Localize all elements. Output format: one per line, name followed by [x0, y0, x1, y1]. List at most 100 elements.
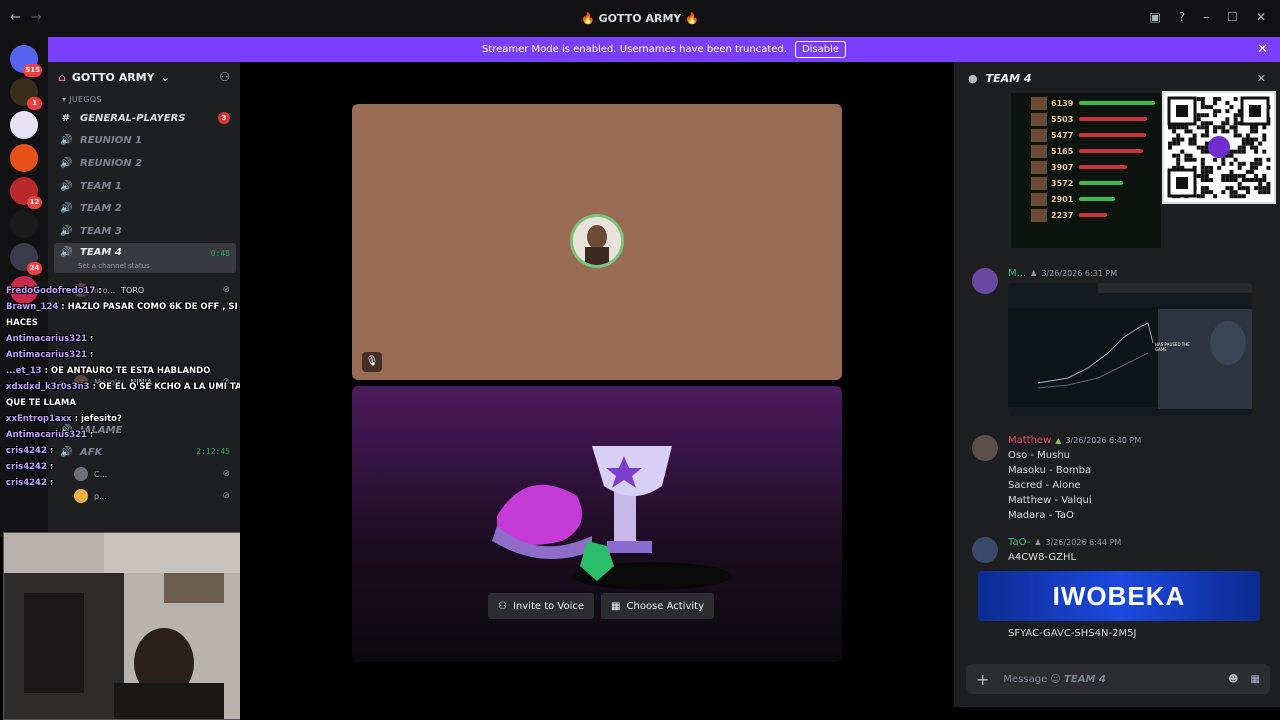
channel-team-2[interactable]: 🔊 TEAM 2: [54, 198, 236, 220]
message-header: TaO- ♟ 3/26/2026 6:44 PM: [1008, 537, 1262, 548]
stream-chat-overlay: FredoGodofredo17 : Brawn_124 : HAZLO PAS…: [0, 283, 260, 498]
server-icon[interactable]: 12: [10, 177, 42, 209]
chat-message[interactable]: TaO- ♟ 3/26/2026 6:44 PM A4CW8-GZHL: [972, 537, 1262, 565]
stream-chat-user: Antimacarius321: [6, 430, 87, 440]
channel-team-4[interactable]: 🔊 TEAM 4 0:48 Set a channel status: [54, 243, 236, 274]
panel-title: TEAM 4: [985, 71, 1032, 85]
category-header[interactable]: ▾ JUEGOS: [48, 92, 240, 107]
close-window-button[interactable]: ✕: [1256, 10, 1266, 24]
apps-icon[interactable]: ▦: [1251, 674, 1260, 685]
composer-placeholder[interactable]: Message ☺ TEAM 4: [1003, 674, 1105, 685]
game-screenshot-attachment[interactable]: HAS PAUSED THE GAME: [1008, 283, 1252, 416]
scoreboard-row: 3572: [1011, 175, 1161, 191]
speaker-icon: 🔊: [60, 157, 73, 169]
stream-chat-line: Brawn_124 : HAZLO PASAR COMO 6K DE OFF ,…: [6, 302, 253, 328]
scoreboard-bar: [1079, 117, 1147, 121]
hero-portrait: [1031, 176, 1047, 190]
invite-people-icon[interactable]: ⚇: [219, 70, 230, 84]
scoreboard-bar: [1079, 213, 1107, 217]
stream-chat-user: cris4242: [6, 478, 47, 488]
chat-message[interactable]: M... ♟ 3/26/2026 6:31 PM: [972, 268, 1262, 294]
scoreboard-image[interactable]: 6139 5503 5477 5165 3907 3572 2901 2237: [1011, 93, 1161, 248]
voice-timer: 0:48: [210, 249, 230, 259]
banner-message: Streamer Mode is enabled. Usernames have…: [481, 44, 787, 55]
stream-chat-user: cris4242: [6, 462, 47, 472]
stream-chat-line: cris4242 :: [6, 478, 54, 488]
close-banner-icon[interactable]: ✕: [1257, 42, 1268, 57]
author-name[interactable]: M...: [1008, 268, 1026, 279]
activity-grid-icon: ▦: [611, 600, 621, 612]
stream-chat-line: FredoGodofredo17 :: [6, 286, 102, 296]
author-name[interactable]: Matthew: [1008, 435, 1051, 446]
screenshot-caption: HAS PAUSED THE GAME: [1155, 342, 1190, 352]
stream-chat-line: Antimacarius321 :: [6, 430, 94, 440]
help-icon[interactable]: ?: [1179, 10, 1185, 24]
unread-badge: 3: [218, 112, 230, 124]
mic-muted-icon: 🎙: [362, 352, 382, 372]
server-icon[interactable]: 24: [10, 243, 42, 275]
participant-avatar: [570, 214, 624, 268]
speaker-icon: 🔊: [60, 135, 73, 147]
channel-reunion-1[interactable]: 🔊 REUNION 1: [54, 130, 236, 152]
activity-tile: [352, 386, 842, 662]
scoreboard-value: 5165: [1051, 146, 1074, 156]
channel-status[interactable]: Set a channel status: [78, 262, 150, 270]
voice-stage: 🎙 ⚇ Invite to Voice ▦ Choose Activity: [240, 62, 954, 720]
back-arrow-icon[interactable]: ←: [10, 10, 21, 25]
server-icon[interactable]: [10, 144, 38, 172]
chat-message[interactable]: Matthew ▲ 3/26/2026 6:40 PM Oso - Mushu …: [972, 435, 1262, 523]
message-composer[interactable]: + Message ☺ TEAM 4 ☻ ▦: [966, 664, 1270, 694]
server-icon[interactable]: 515: [10, 45, 42, 77]
server-header[interactable]: ⌂ GOTTO ARMY ⌄ ⚇: [48, 62, 240, 92]
message-line: SFYAC-GAVC-SHS4N-2M5J: [1008, 628, 1137, 639]
scoreboard-row: 3907: [1011, 159, 1161, 175]
channel-label: REUNION 2: [80, 157, 143, 169]
mention-badge: 515: [23, 64, 42, 77]
stream-chat-line: Antimacarius321 :: [6, 350, 94, 360]
maximize-button[interactable]: ☐: [1227, 10, 1238, 24]
server-icon[interactable]: [10, 210, 38, 238]
author-name[interactable]: TaO-: [1008, 537, 1030, 548]
iwobeka-overlay-banner: IWOBEKA: [978, 571, 1260, 621]
attach-plus-icon[interactable]: +: [976, 670, 989, 689]
avatar: [972, 435, 998, 461]
scoreboard-value: 5503: [1051, 114, 1074, 124]
disable-streamer-mode-button[interactable]: Disable: [794, 41, 847, 58]
hero-portrait: [1031, 144, 1047, 158]
stream-chat-user: xdxdxd_k3r0s3n3: [6, 382, 90, 392]
server-icon[interactable]: [10, 111, 38, 139]
close-icon[interactable]: ✕: [1257, 72, 1266, 85]
participant-tile[interactable]: 🎙: [352, 104, 842, 380]
inbox-icon[interactable]: ▣: [1149, 10, 1160, 24]
hero-portrait: [1031, 96, 1047, 110]
server-title-icon: 🔥: [581, 12, 595, 25]
channel-reunion-2[interactable]: 🔊 REUNION 2: [54, 152, 236, 174]
scoreboard-value: 2901: [1051, 194, 1074, 204]
stream-chat-user: Brawn_124: [6, 302, 59, 312]
server-icon[interactable]: 1: [10, 78, 42, 110]
speaker-icon: 🔊: [60, 180, 73, 192]
choose-activity-button[interactable]: ▦ Choose Activity: [601, 593, 714, 619]
scoreboard-value: 2237: [1051, 210, 1074, 220]
forward-arrow-icon[interactable]: →: [31, 10, 42, 25]
channel-label: TEAM 3: [80, 225, 122, 237]
message-line: A4CW8-GZHL: [1008, 552, 1077, 563]
channel-general-players[interactable]: # GENERAL-PLAYERS 3: [54, 107, 236, 129]
panel-header: ● TEAM 4 ✕: [954, 62, 1280, 94]
channel-team-3[interactable]: 🔊 TEAM 3: [54, 220, 236, 242]
channel-team-1[interactable]: 🔊 TEAM 1: [54, 175, 236, 197]
invite-to-voice-button[interactable]: ⚇ Invite to Voice: [488, 593, 595, 619]
mention-badge: 24: [27, 262, 42, 275]
message-header: Matthew ▲ 3/26/2026 6:40 PM: [1008, 435, 1262, 446]
activity-illustration: [492, 446, 732, 590]
emoji-picker-icon[interactable]: ☻: [1228, 674, 1238, 685]
hero-portrait: [1031, 208, 1047, 222]
minimize-button[interactable]: –: [1203, 10, 1209, 24]
scoreboard-row: 6139: [1011, 95, 1161, 111]
stream-chat-user: xxEntrop1axx: [6, 414, 72, 424]
chat-bubble-icon: ●: [968, 71, 978, 85]
channel-label: REUNION 1: [80, 135, 143, 147]
message-line: Masoku - Bomba: [1008, 465, 1092, 476]
stream-chat-user: Antimacarius321: [6, 334, 87, 344]
stream-chat-line: Antimacarius321 :: [6, 334, 94, 344]
